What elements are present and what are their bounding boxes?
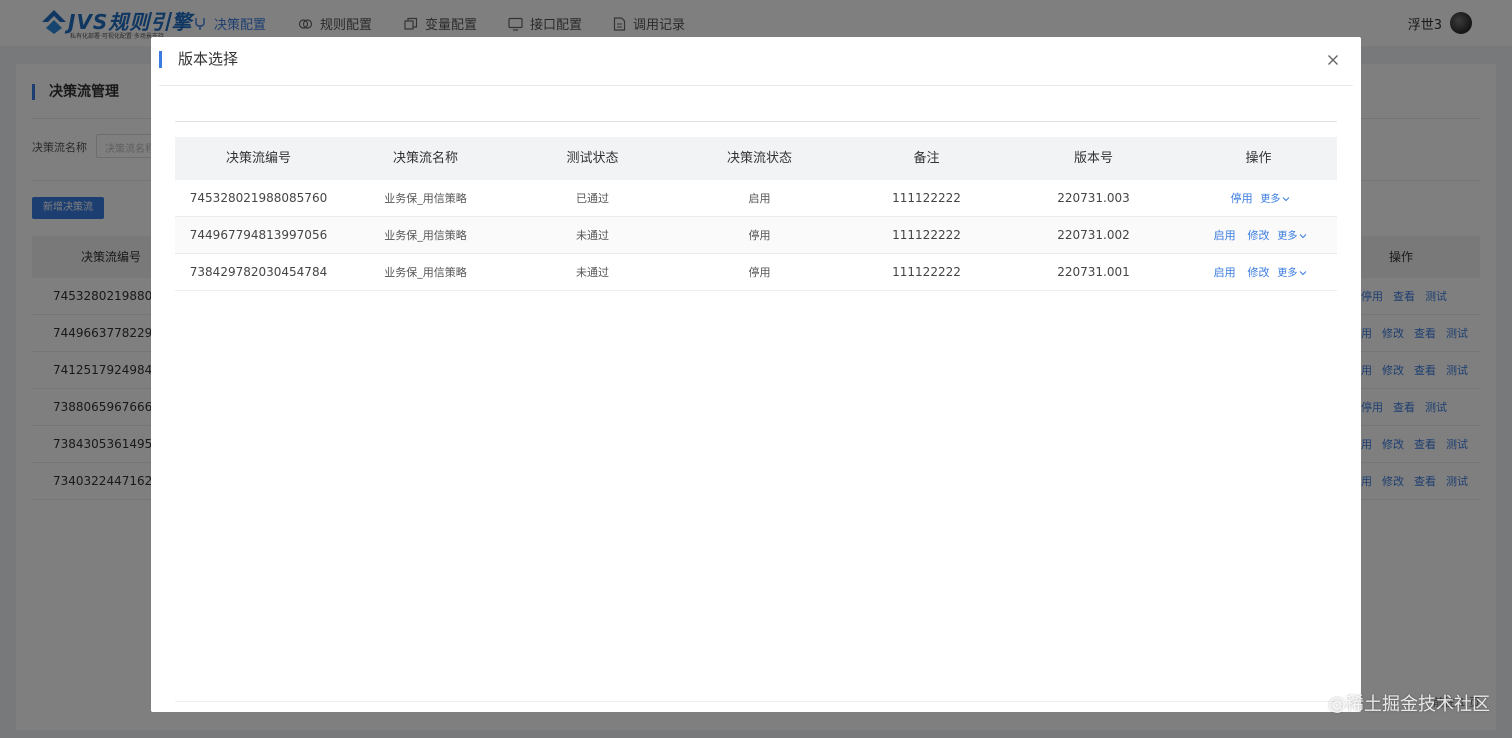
flow-name: 业务保_用信策略 [384,266,467,279]
flow-name: 业务保_用信策略 [384,229,467,242]
version-number: 220731.003 [1057,191,1130,205]
enable-link[interactable]: 启用 [1214,266,1236,279]
column-header-flow-status: 决策流状态 [726,151,792,166]
divider [175,701,1337,702]
dialog-title: 版本选择 [159,51,238,68]
close-icon[interactable] [1323,50,1343,70]
table-header: 决策流编号 决策流名称 测试状态 决策流状态 备注 版本号 操作 [175,137,1337,180]
more-dropdown[interactable]: 更多 [1277,231,1307,242]
more-label: 更多 [1277,231,1298,242]
remark: 111122222 [892,265,961,279]
dialog-header: 版本选择 [159,37,1353,86]
column-header-test-status: 测试状态 [566,151,619,166]
edit-link[interactable]: 修改 [1248,229,1270,242]
chevron-down-icon [1299,271,1307,276]
more-dropdown[interactable]: 更多 [1277,268,1307,279]
version-table: 决策流编号 决策流名称 测试状态 决策流状态 备注 版本号 操作 7453280… [175,137,1337,291]
flow-status: 停用 [748,229,771,242]
table-row[interactable]: 745328021988085760 业务保_用信策略 已通过 启用 11112… [175,180,1337,217]
table-row[interactable]: 744967794813997056 业务保_用信策略 未通过 停用 11112… [175,217,1337,254]
version-number: 220731.002 [1057,228,1130,242]
more-label: 更多 [1277,268,1298,279]
watermark: @稀土掘金技术社区 [1328,694,1490,715]
test-status: 未通过 [576,229,609,242]
chevron-down-icon [1283,197,1290,202]
flow-id: 745328021988085760 [189,191,328,205]
version-select-dialog: 版本选择 决策流编号 决策流名称 测试状态 决策流状态 备注 版本号 操作 74… [151,37,1361,712]
column-header-flow-id: 决策流编号 [225,151,291,166]
flow-id: 738429782030454784 [189,265,328,279]
column-header-remark: 备注 [913,151,940,166]
chevron-down-icon [1299,234,1307,239]
disable-link[interactable]: 停用 [1231,192,1253,205]
more-label: 更多 [1260,194,1281,205]
remark: 111122222 [892,191,961,205]
more-dropdown[interactable]: 更多 [1260,194,1290,205]
test-status: 已通过 [576,192,609,205]
remark: 111122222 [892,228,961,242]
flow-status: 停用 [748,266,771,279]
row-actions: 启用 修改 更多 [1175,254,1342,292]
table-row[interactable]: 738429782030454784 业务保_用信策略 未通过 停用 11112… [175,254,1337,291]
row-actions: 启用 修改 更多 [1175,217,1342,255]
flow-id: 744967794813997056 [189,228,328,242]
edit-link[interactable]: 修改 [1248,266,1270,279]
enable-link[interactable]: 启用 [1214,229,1236,242]
row-actions: 停用 更多 [1175,180,1342,218]
column-header-actions: 操作 [1245,151,1272,166]
flow-status: 启用 [748,192,771,205]
column-header-version: 版本号 [1073,151,1113,166]
version-number: 220731.001 [1057,265,1130,279]
test-status: 未通过 [576,266,609,279]
column-header-flow-name: 决策流名称 [392,151,458,166]
flow-name: 业务保_用信策略 [384,192,467,205]
divider [175,121,1337,122]
